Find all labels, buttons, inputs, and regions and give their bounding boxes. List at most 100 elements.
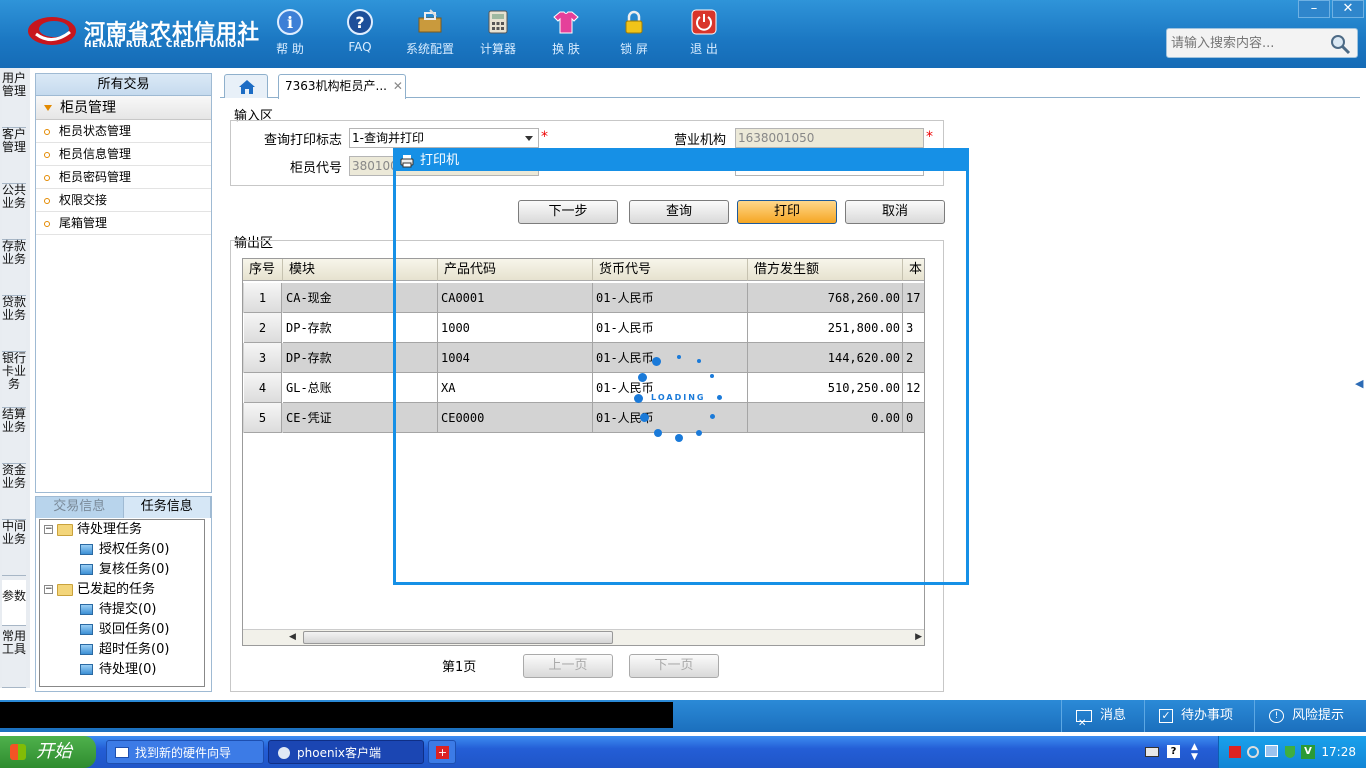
vtab-settlement-business[interactable]: 结算业务: [2, 408, 26, 464]
scroll-left-icon[interactable]: ◀: [289, 632, 296, 642]
tab-close-icon[interactable]: ✕: [393, 79, 403, 93]
help-tray-icon[interactable]: ?: [1167, 745, 1180, 758]
help-button[interactable]: i 帮 助: [260, 8, 320, 60]
vtab-card-business[interactable]: 银行卡业务: [2, 352, 26, 408]
taskbar-item-phoenix-client[interactable]: phoenix客户端: [268, 740, 424, 764]
tree-leaf-review-tasks[interactable]: 复核任务(0): [80, 560, 169, 580]
tree-node-initiated-tasks[interactable]: − 已发起的任务: [44, 580, 155, 600]
transaction-menu-panel: 所有交易 柜员管理 柜员状态管理 柜员信息管理 柜员密码管理 权限交接 尾箱管理: [35, 73, 212, 493]
menu-item-cashbox[interactable]: 尾箱管理: [36, 212, 211, 235]
messages-button[interactable]: ✕ 消息: [1061, 700, 1139, 732]
teller-management-group[interactable]: 柜员管理: [36, 96, 211, 120]
toolbox-icon: [418, 9, 442, 33]
tree-leaf-auth-tasks[interactable]: 授权任务(0): [80, 540, 169, 560]
taskbar-item-red-app[interactable]: +: [428, 740, 456, 764]
collapse-icon[interactable]: −: [44, 525, 53, 534]
vtab-parameters[interactable]: 参数: [2, 580, 26, 626]
app-header: 河南省农村信用社 HENAN RURAL CREDIT UNION i 帮 助 …: [0, 0, 1366, 68]
menu-item-label: 柜员密码管理: [59, 170, 132, 184]
tree-leaf-to-submit[interactable]: 待提交(0): [80, 600, 156, 620]
tray-arrows-icon[interactable]: ▲ ▼: [1191, 742, 1198, 762]
minimize-button[interactable]: –: [1298, 0, 1330, 18]
dialog-titlebar[interactable]: 打印机: [396, 151, 966, 171]
lock-label: 锁 屏: [620, 42, 648, 56]
vtab-intermediate-business[interactable]: 中间业务: [2, 520, 26, 576]
vtab-deposit-business[interactable]: 存款业务: [2, 240, 26, 296]
tree-leaf-label: 超时任务(0): [99, 642, 170, 657]
vtab-common-tools[interactable]: 常用工具: [2, 630, 26, 688]
horizontal-scrollbar[interactable]: ◀ ▶: [243, 629, 924, 645]
exit-button[interactable]: 退 出: [674, 8, 734, 60]
menu-item-label: 柜员状态管理: [59, 124, 132, 138]
skin-button[interactable]: 换 肤: [536, 8, 596, 60]
task-icon: [80, 624, 93, 635]
tree-leaf-pending[interactable]: 待处理(0): [80, 660, 156, 680]
tab-home[interactable]: [224, 74, 268, 98]
spinner-dot: [697, 359, 701, 363]
spinner-dot: [634, 394, 643, 403]
vtab-public-business[interactable]: 公共业务: [2, 184, 26, 240]
menu-item-teller-status[interactable]: 柜员状态管理: [36, 120, 211, 143]
red-cross-icon: +: [436, 746, 449, 759]
spinner-dot: [675, 434, 683, 442]
menu-item-teller-password[interactable]: 柜员密码管理: [36, 166, 211, 189]
column-header[interactable]: 序号: [243, 259, 283, 281]
spinner-dot: [654, 429, 662, 437]
logo-title-en: HENAN RURAL CREDIT UNION: [84, 40, 245, 50]
tray-v-icon[interactable]: V: [1301, 745, 1315, 759]
tab-transaction-info[interactable]: 交易信息: [36, 497, 124, 518]
tshirt-icon: [553, 11, 579, 34]
menu-item-teller-info[interactable]: 柜员信息管理: [36, 143, 211, 166]
spinner-dot: [652, 357, 661, 366]
calculator-button[interactable]: 计算器: [468, 8, 528, 60]
start-button[interactable]: 开始: [0, 736, 96, 768]
menu-item-permission-handover[interactable]: 权限交接: [36, 189, 211, 212]
lock-button[interactable]: 锁 屏: [604, 8, 664, 60]
prev-page-button[interactable]: 上一页: [523, 654, 613, 678]
calculator-label: 计算器: [479, 42, 516, 56]
vtab-user-management[interactable]: 用户管理: [2, 72, 26, 128]
task-icon: [80, 604, 93, 615]
chevron-down-icon: [525, 136, 533, 141]
vtab-fund-business[interactable]: 资金业务: [2, 464, 26, 520]
taskbar-item-hardware-wizard[interactable]: 找到新的硬件向导: [106, 740, 264, 764]
tab-teller-product[interactable]: 7363机构柜员产... ✕: [278, 74, 406, 99]
next-page-button[interactable]: 下一页: [629, 654, 719, 678]
taskbar-item-label: phoenix客户端: [297, 746, 381, 760]
org-field[interactable]: 1638001050: [735, 128, 924, 148]
module-vertical-tabs: 用户管理 客户管理 公共业务 存款业务 贷款业务 银行卡业务 结算业务 资金业务…: [0, 68, 30, 688]
close-button[interactable]: ✕: [1332, 0, 1364, 18]
search-input[interactable]: [1171, 34, 1326, 53]
bullet-icon: [44, 174, 50, 181]
tree-leaf-rejected[interactable]: 驳回任务(0): [80, 620, 169, 640]
tree-leaf-timeout[interactable]: 超时任务(0): [80, 640, 169, 660]
scroll-right-icon[interactable]: ▶: [915, 632, 922, 642]
loading-text: LOADING: [651, 393, 706, 402]
tree-node-pending-tasks[interactable]: − 待处理任务: [44, 520, 142, 540]
task-icon: [80, 544, 93, 555]
vtab-customer-management[interactable]: 客户管理: [2, 128, 26, 184]
todo-button[interactable]: ✓ 待办事项: [1144, 700, 1252, 732]
vtab-loan-business[interactable]: 贷款业务: [2, 296, 26, 352]
org-label: 营业机构: [673, 133, 726, 148]
settings-button[interactable]: 系统配置: [400, 8, 460, 60]
tray-computer-icon[interactable]: [1265, 745, 1278, 757]
search-icon[interactable]: [1329, 33, 1351, 55]
print-flag-select[interactable]: 1-查询并打印: [349, 128, 539, 148]
collapse-icon[interactable]: −: [44, 585, 53, 594]
tree-leaf-label: 驳回任务(0): [99, 622, 170, 637]
tray-network-icon[interactable]: [1247, 746, 1259, 758]
required-marker: *: [926, 129, 933, 145]
settings-label: 系统配置: [405, 42, 454, 56]
chat-bubble-icon: !: [1269, 708, 1284, 723]
faq-button[interactable]: ? FAQ: [330, 8, 390, 60]
calculator-icon: [488, 10, 508, 34]
tab-task-info[interactable]: 任务信息: [123, 497, 211, 518]
risk-alert-button[interactable]: ! 风险提示: [1254, 700, 1366, 732]
all-transactions-header[interactable]: 所有交易: [36, 74, 211, 96]
scrollbar-thumb[interactable]: [303, 631, 613, 644]
keyboard-icon[interactable]: [1145, 747, 1159, 757]
tray-red-icon[interactable]: [1229, 746, 1241, 758]
collapse-right-panel-icon[interactable]: ◀: [1355, 364, 1365, 404]
tray-shield-icon[interactable]: [1285, 746, 1295, 758]
